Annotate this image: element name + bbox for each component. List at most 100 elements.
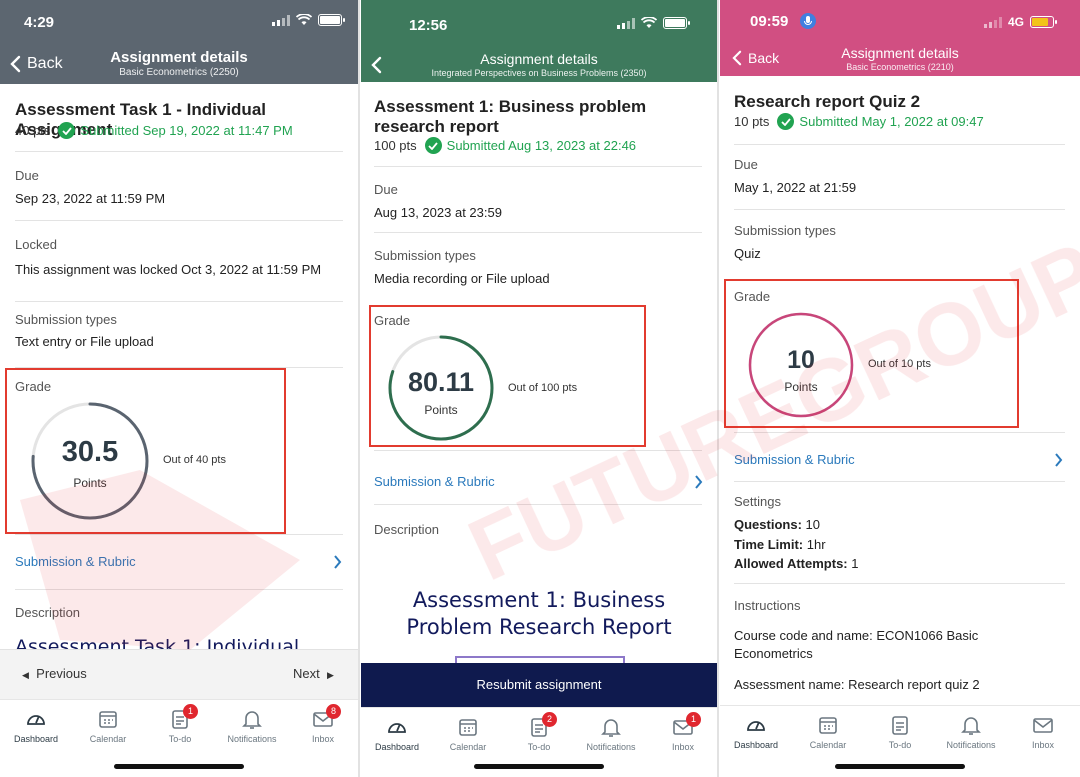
grade-label: Grade	[15, 379, 52, 394]
due-value: Sep 23, 2022 at 11:59 PM	[15, 191, 166, 206]
submitted-status: Submitted Aug 13, 2023 at 22:46	[424, 137, 637, 154]
tab-label: To-do	[168, 734, 192, 744]
page-title: Assignment details	[480, 51, 598, 67]
todo-icon-wrap: 2	[528, 712, 557, 738]
page-title: Assignment details	[110, 49, 248, 66]
submission-rubric-link[interactable]: Submission & Rubric	[15, 554, 136, 569]
tab-dashboard[interactable]: Dashboard	[721, 714, 791, 750]
tab-notifications[interactable]: Notifications	[217, 708, 287, 744]
submission-types-label: Submission types	[734, 223, 836, 238]
instructions-course-line2: Econometrics	[734, 646, 813, 661]
submission-types-value: Text entry or File upload	[15, 334, 154, 349]
grade-unit: Points	[424, 403, 458, 417]
tab-calendar[interactable]: Calendar	[433, 716, 503, 752]
dashboard-icon	[747, 721, 765, 731]
check-circle-icon	[424, 137, 442, 154]
divider	[734, 144, 1065, 145]
status-icons: 4G	[983, 15, 1057, 29]
todo-badge: 1	[183, 704, 198, 719]
todo-badge: 2	[542, 712, 557, 727]
tab-notifications[interactable]: Notifications	[936, 714, 1006, 750]
details-content: Assessment Task 1 - Individual Assignmen…	[0, 84, 358, 658]
submitted-text: Submitted May 1, 2022 at 09:47	[799, 114, 984, 129]
battery-icon	[663, 17, 690, 29]
check-circle-icon	[777, 113, 795, 130]
grade-label: Grade	[734, 289, 771, 304]
grade-score: 10	[787, 346, 815, 374]
tab-label: Calendar	[89, 734, 127, 744]
status-bar: 12:56	[361, 0, 717, 44]
submitted-text: Submitted Sep 19, 2022 at 11:47 PM	[80, 123, 293, 138]
next-button[interactable]: Next ▶	[293, 666, 334, 681]
points-value: 40 pts	[15, 123, 51, 138]
home-indicator	[474, 764, 604, 769]
tab-dashboard[interactable]: Dashboard	[1, 708, 71, 744]
grade-unit: Points	[73, 476, 107, 490]
submission-types-value: Quiz	[734, 246, 761, 261]
tab-calendar[interactable]: Calendar	[793, 714, 863, 750]
tab-todo[interactable]: To-do	[865, 714, 935, 750]
battery-icon	[1030, 16, 1057, 28]
chevron-right-icon[interactable]	[1054, 453, 1063, 467]
previous-button[interactable]: ◀ Previous	[22, 666, 87, 681]
phone-screen-3: 09:59 4G Back Assignment details Basic E…	[720, 0, 1080, 777]
status-time: 4:29	[24, 14, 55, 31]
tab-inbox[interactable]: Inbox	[1008, 714, 1078, 750]
grade-unit: Points	[784, 380, 818, 394]
locked-label: Locked	[15, 237, 57, 252]
tab-label: Dashboard	[374, 742, 420, 752]
tab-calendar[interactable]: Calendar	[73, 708, 143, 744]
tab-label: Calendar	[809, 740, 847, 750]
chevron-right-icon[interactable]	[333, 555, 342, 569]
details-content: Research report Quiz 2 10 pts Submitted …	[720, 76, 1080, 706]
divider	[15, 534, 343, 535]
divider	[374, 450, 702, 451]
caret-right-icon: ▶	[326, 670, 334, 680]
tab-label: Inbox	[671, 742, 695, 752]
grade-score: 80.11	[407, 367, 475, 397]
submission-types-value: Media recording or File upload	[374, 271, 550, 286]
status-time: 12:56	[409, 17, 448, 34]
tab-todo[interactable]: 2 To-do	[504, 712, 574, 752]
wifi-icon	[296, 14, 312, 25]
submitted-text: Submitted Aug 13, 2023 at 22:46	[446, 138, 637, 153]
details-content: Assessment 1: Business problem research …	[361, 82, 717, 676]
course-subtitle: Basic Econometrics (2250)	[119, 67, 239, 78]
tab-notifications[interactable]: Notifications	[576, 716, 646, 752]
header-title-block: Assignment details Basic Econometrics (2…	[0, 49, 358, 78]
divider	[15, 151, 343, 152]
instructions-assessment-name: Assessment name: Research report quiz 2	[734, 677, 980, 692]
time-limit-row: Time Limit: 1hr	[734, 537, 826, 552]
submission-types-label: Submission types	[15, 312, 117, 327]
course-subtitle: Basic Econometrics (2210)	[846, 62, 954, 72]
tab-label: Dashboard	[13, 734, 59, 744]
attempts-row: Allowed Attempts: 1	[734, 556, 859, 571]
points-value: 10 pts	[734, 114, 770, 129]
divider	[15, 301, 343, 302]
chevron-right-icon[interactable]	[694, 475, 703, 489]
tab-todo[interactable]: 1 To-do	[145, 704, 215, 744]
course-subtitle: Integrated Perspectives on Business Prob…	[431, 68, 647, 78]
questions-value: 10	[805, 517, 820, 532]
mail-icon	[1033, 718, 1053, 733]
tab-inbox[interactable]: 8 Inbox	[288, 704, 358, 744]
tab-label: Dashboard	[733, 740, 779, 750]
status-bar: 09:59 4G	[720, 0, 1080, 44]
check-circle-icon	[58, 122, 76, 139]
assignment-title: Research report Quiz 2	[734, 92, 921, 111]
tab-label: Notifications	[586, 742, 636, 752]
submission-rubric-link[interactable]: Submission & Rubric	[374, 474, 495, 489]
divider	[734, 209, 1065, 210]
resubmit-assignment-button[interactable]: Resubmit assignment	[361, 663, 717, 707]
status-time: 09:59	[750, 13, 789, 30]
wifi-icon	[641, 17, 657, 28]
tab-dashboard[interactable]: Dashboard	[362, 716, 432, 752]
clipboard-icon	[892, 716, 908, 735]
settings-label: Settings	[734, 494, 781, 509]
tab-inbox[interactable]: 1 Inbox	[648, 712, 717, 752]
divider	[734, 583, 1065, 584]
calendar-icon	[99, 711, 117, 728]
bell-icon	[242, 711, 262, 729]
submission-rubric-link[interactable]: Submission & Rubric	[734, 452, 855, 467]
tab-label: Calendar	[449, 742, 487, 752]
